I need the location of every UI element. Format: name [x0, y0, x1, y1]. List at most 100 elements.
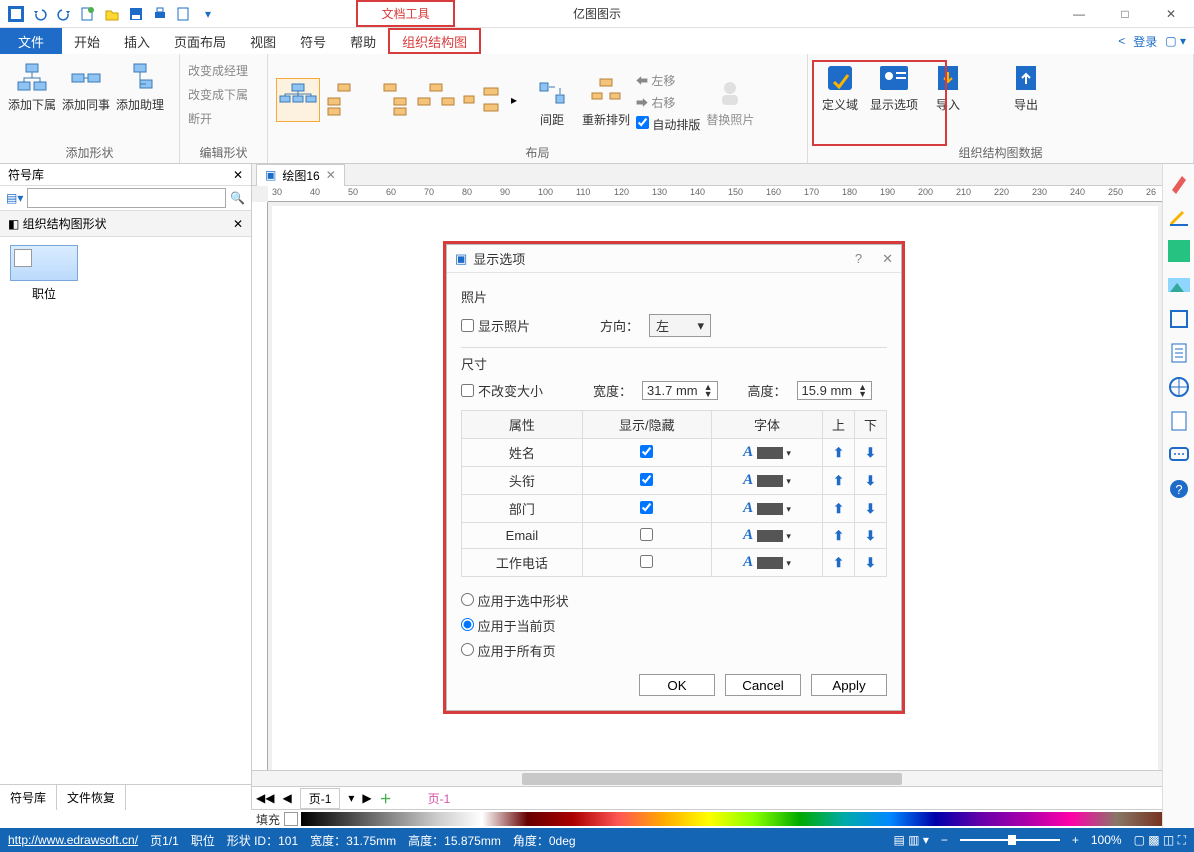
add-assistant-button[interactable]: 添加助理 [116, 58, 164, 112]
auto-layout-checkbox[interactable]: 自动排版 [636, 116, 700, 133]
disconnect-button[interactable]: 断开 [188, 110, 248, 127]
move-up-icon[interactable]: ⬆ [833, 473, 844, 488]
search-input[interactable] [27, 188, 226, 208]
comment-pane-icon[interactable] [1168, 444, 1190, 466]
font-icon[interactable]: A [743, 527, 753, 543]
pen-pane-icon[interactable] [1168, 206, 1190, 228]
layout-thumb-1[interactable] [276, 78, 320, 122]
save-icon[interactable] [126, 4, 146, 24]
width-input[interactable]: 31.7 mm▲▼ [642, 381, 718, 400]
fill-pane-icon[interactable] [1168, 240, 1190, 262]
dialog-help-icon[interactable]: ? [855, 251, 862, 266]
first-page-icon[interactable]: ◀◀ [256, 791, 274, 805]
doc-tools-tab[interactable]: 文档工具 [356, 0, 455, 27]
help-pane-icon[interactable]: ? [1168, 478, 1190, 500]
move-left-button[interactable]: ⬅ 左移 [636, 72, 700, 89]
status-url[interactable]: http://www.edrawsoft.cn/ [8, 833, 138, 847]
menu-view[interactable]: 视图 [238, 28, 288, 54]
close-button[interactable]: ✕ [1148, 0, 1194, 28]
color-swatch[interactable] [757, 475, 783, 487]
move-up-icon[interactable]: ⬆ [833, 528, 844, 543]
layer-pane-icon[interactable] [1168, 308, 1190, 330]
view-mode-icons[interactable]: ▤ ▥ ▾ [893, 833, 928, 847]
menu-insert[interactable]: 插入 [112, 28, 162, 54]
web-pane-icon[interactable] [1168, 376, 1190, 398]
minimize-button[interactable]: — [1056, 0, 1102, 28]
font-icon[interactable]: A [743, 554, 753, 570]
no-fill-icon[interactable] [284, 812, 298, 826]
define-field-button[interactable]: 定义域 [816, 58, 864, 112]
doc-tab[interactable]: ▣ 绘图16 ✕ [256, 164, 345, 186]
menu-home[interactable]: 开始 [62, 28, 112, 54]
login-link[interactable]: 登录 [1133, 33, 1157, 50]
color-swatch[interactable] [757, 530, 783, 542]
layout-thumb-3[interactable] [368, 78, 412, 122]
prev-page-icon[interactable]: ◀ [282, 791, 291, 805]
doc-pane-icon[interactable] [1168, 410, 1190, 432]
zoom-value[interactable]: 100% [1091, 833, 1122, 847]
apply-radio[interactable]: 应用于选中形状 [461, 591, 569, 610]
tab-symbol-library[interactable]: 符号库 [0, 785, 57, 810]
color-swatch[interactable] [757, 503, 783, 515]
dialog-close-icon[interactable]: ✕ [882, 251, 893, 267]
move-down-icon[interactable]: ⬇ [865, 445, 876, 460]
qat-more-icon[interactable]: ▾ [198, 4, 218, 24]
move-up-icon[interactable]: ⬆ [833, 501, 844, 516]
horizontal-scrollbar[interactable] [252, 770, 1162, 786]
attr-visible-checkbox[interactable] [640, 445, 653, 458]
layout-thumb-2[interactable] [322, 78, 366, 122]
tab-file-recovery[interactable]: 文件恢复 [57, 785, 126, 810]
change-manager-button[interactable]: 改变成经理 [188, 62, 248, 79]
open-icon[interactable] [102, 4, 122, 24]
collapse-ribbon-icon[interactable]: ▢ ▾ [1165, 34, 1186, 48]
font-icon[interactable]: A [743, 472, 753, 488]
color-swatch[interactable] [757, 557, 783, 569]
attr-visible-checkbox[interactable] [640, 473, 653, 486]
layout-gallery[interactable]: ▸ [276, 78, 522, 122]
display-options-button[interactable]: 显示选项 [870, 58, 918, 112]
spacing-button[interactable]: 间距 [528, 73, 576, 127]
export-icon[interactable] [174, 4, 194, 24]
font-icon[interactable]: A [743, 500, 753, 516]
move-up-icon[interactable]: ⬆ [833, 445, 844, 460]
new-icon[interactable] [78, 4, 98, 24]
page-tab-1[interactable]: 页-1 [300, 788, 341, 809]
font-icon[interactable]: A [743, 444, 753, 460]
apply-radio[interactable]: 应用于当前页 [461, 616, 569, 635]
menu-orgchart[interactable]: 组织结构图 [388, 28, 481, 54]
add-subordinate-button[interactable]: 添加下属 [8, 58, 56, 112]
shape-position[interactable]: 职位 [8, 245, 80, 302]
category-close-icon[interactable]: ✕ [233, 217, 243, 231]
move-down-icon[interactable]: ⬇ [865, 555, 876, 570]
move-down-icon[interactable]: ⬇ [865, 528, 876, 543]
zoom-in-icon[interactable]: + [1072, 833, 1079, 847]
menu-file[interactable]: 文件 [0, 28, 62, 54]
format-pane-icon[interactable] [1168, 172, 1190, 194]
layout-more-icon[interactable]: ▸ [506, 78, 522, 122]
library-picker-icon[interactable]: ▤▾ [6, 191, 23, 205]
move-down-icon[interactable]: ⬇ [865, 473, 876, 488]
maximize-button[interactable]: □ [1102, 0, 1148, 28]
category-label[interactable]: ◧ 组织结构图形状 [8, 215, 107, 232]
layout-thumb-5[interactable] [460, 78, 504, 122]
print-icon[interactable] [150, 4, 170, 24]
apply-button[interactable]: Apply [811, 674, 887, 696]
view-extra-icons[interactable]: ▢ ▩ ◫ ⛶ [1134, 833, 1186, 848]
cancel-button[interactable]: Cancel [725, 674, 801, 696]
move-down-icon[interactable]: ⬇ [865, 501, 876, 516]
zoom-slider[interactable] [960, 839, 1060, 841]
page-tab-1-pink[interactable]: 页-1 [428, 790, 451, 807]
height-input[interactable]: 15.9 mm▲▼ [797, 381, 873, 400]
show-photo-checkbox[interactable]: 显示照片 [461, 316, 530, 335]
page-pane-icon[interactable] [1168, 342, 1190, 364]
move-right-button[interactable]: ➡ 右移 [636, 94, 700, 111]
image-pane-icon[interactable] [1168, 274, 1190, 296]
change-sub-button[interactable]: 改变成下属 [188, 86, 248, 103]
add-colleague-button[interactable]: 添加同事 [62, 58, 110, 112]
menu-symbol[interactable]: 符号 [288, 28, 338, 54]
export-button[interactable]: 导出 [1002, 58, 1050, 112]
attr-visible-checkbox[interactable] [640, 501, 653, 514]
next-page-icon[interactable]: ▶ [362, 791, 371, 805]
panel-close-icon[interactable]: ✕ [233, 168, 243, 182]
search-icon[interactable]: 🔍 [230, 191, 245, 205]
